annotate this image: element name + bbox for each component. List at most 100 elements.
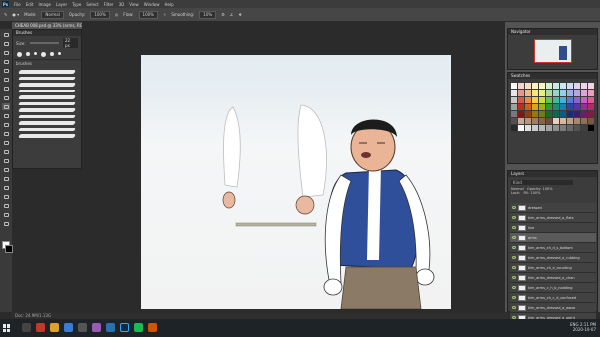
brush-tip[interactable] — [17, 52, 22, 57]
brush-stroke-preview[interactable] — [18, 70, 76, 74]
color-swatch[interactable] — [525, 111, 531, 117]
menu-window[interactable]: Window — [144, 2, 160, 7]
brush-stroke-preview[interactable] — [18, 121, 76, 125]
quick-select-tool-icon[interactable] — [2, 58, 10, 65]
visibility-eye-icon[interactable] — [512, 306, 516, 309]
color-swatch[interactable] — [511, 104, 517, 110]
folder-icon[interactable] — [50, 323, 59, 332]
color-swatch[interactable] — [525, 125, 531, 131]
layer-fill[interactable]: Fill: 100% — [524, 191, 541, 195]
app-icon[interactable] — [148, 323, 157, 332]
color-swatch[interactable] — [588, 90, 594, 96]
smoothing-field[interactable]: 10% — [199, 10, 217, 19]
brush-size-slider[interactable] — [29, 42, 59, 44]
layer-row[interactable]: kim_arms_ch_c_d_confused — [510, 293, 596, 303]
menu-filter[interactable]: Filter — [104, 2, 114, 7]
visibility-eye-icon[interactable] — [512, 256, 516, 259]
move-tool-icon[interactable] — [2, 31, 10, 38]
opacity-field[interactable]: 100% — [90, 10, 110, 19]
color-swatch[interactable] — [560, 97, 566, 103]
app-icon[interactable] — [92, 323, 101, 332]
mode-select[interactable]: Normal — [41, 10, 64, 19]
layer-row[interactable]: arms — [510, 233, 596, 243]
color-swatch[interactable] — [539, 97, 545, 103]
color-swatch[interactable] — [588, 125, 594, 131]
color-swatch[interactable] — [581, 125, 587, 131]
color-swatch[interactable] — [588, 118, 594, 124]
color-swatch[interactable] — [574, 118, 580, 124]
color-swatch[interactable] — [511, 118, 517, 124]
windows-start-icon[interactable] — [3, 324, 11, 332]
app-icon[interactable] — [64, 323, 73, 332]
flow-field[interactable]: 100% — [138, 10, 158, 19]
color-swatch[interactable] — [532, 83, 538, 89]
color-swatch[interactable] — [525, 118, 531, 124]
layer-row[interactable]: kim_arms_dressed_a_chan — [510, 273, 596, 283]
color-swatch[interactable] — [511, 111, 517, 117]
color-swatch[interactable] — [525, 83, 531, 89]
marquee-tool-icon[interactable] — [2, 40, 10, 47]
color-swatch[interactable] — [588, 83, 594, 89]
layer-row[interactable]: kim_arms_ch_e_counting — [510, 263, 596, 273]
angle-icon[interactable]: ∠ — [230, 12, 234, 17]
opera-icon[interactable] — [36, 323, 45, 332]
canvas-workspace[interactable] — [82, 22, 505, 312]
brush-tip[interactable] — [34, 52, 37, 55]
color-swatch[interactable] — [567, 118, 573, 124]
color-swatch[interactable] — [518, 111, 524, 117]
layer-kind-filter[interactable]: Kind — [511, 180, 573, 185]
eyedropper-tool-icon[interactable] — [2, 85, 10, 92]
layer-row[interactable]: kim_arms_dressed_a_flats — [510, 213, 596, 223]
lasso-tool-icon[interactable] — [2, 49, 10, 56]
color-swatch[interactable] — [539, 118, 545, 124]
color-swatch[interactable] — [581, 83, 587, 89]
color-swatch[interactable] — [567, 111, 573, 117]
brush-tip[interactable] — [58, 52, 61, 55]
color-swatch[interactable] — [581, 97, 587, 103]
visibility-eye-icon[interactable] — [512, 246, 516, 249]
symmetry-icon[interactable]: ❖ — [238, 12, 242, 17]
app-icon[interactable] — [134, 323, 143, 332]
color-swatch[interactable] — [567, 104, 573, 110]
menu-file[interactable]: File — [14, 2, 21, 7]
color-swatch[interactable] — [581, 104, 587, 110]
background-color-swatch[interactable] — [5, 245, 13, 253]
color-swatch[interactable] — [539, 104, 545, 110]
brush-stroke-preview[interactable] — [18, 102, 76, 105]
brush-folder[interactable]: brushes — [13, 59, 81, 67]
color-swatch[interactable] — [546, 90, 552, 96]
color-swatch[interactable] — [560, 83, 566, 89]
color-swatch[interactable] — [553, 83, 559, 89]
color-swatch[interactable] — [560, 104, 566, 110]
color-swatch[interactable] — [518, 118, 524, 124]
brush-stroke-preview[interactable] — [18, 83, 76, 87]
visibility-eye-icon[interactable] — [512, 286, 516, 289]
color-swatch[interactable] — [553, 125, 559, 131]
shape-tool-icon[interactable] — [2, 193, 10, 200]
color-swatch[interactable] — [553, 90, 559, 96]
gear-icon[interactable]: ⚙ — [221, 12, 225, 17]
menu-view[interactable]: View — [129, 2, 139, 7]
visibility-eye-icon[interactable] — [512, 266, 516, 269]
visibility-eye-icon[interactable] — [512, 236, 516, 239]
color-swatch[interactable] — [532, 97, 538, 103]
app-icon[interactable] — [78, 323, 87, 332]
brush-stroke-preview[interactable] — [18, 90, 76, 92]
menu-type[interactable]: Type — [72, 2, 81, 7]
path-select-tool-icon[interactable] — [2, 184, 10, 191]
color-swatch[interactable] — [567, 83, 573, 89]
color-swatch[interactable] — [546, 97, 552, 103]
clock-date[interactable]: 2020-10-07 — [573, 327, 596, 332]
crop-tool-icon[interactable] — [2, 67, 10, 74]
color-swatch[interactable] — [511, 125, 517, 131]
visibility-eye-icon[interactable] — [512, 216, 516, 219]
color-swatch[interactable] — [511, 90, 517, 96]
color-swatch[interactable] — [546, 104, 552, 110]
color-swatch[interactable] — [546, 83, 552, 89]
color-swatch[interactable] — [574, 90, 580, 96]
color-swatch[interactable] — [511, 97, 517, 103]
pressure-opacity-icon[interactable]: ◎ — [115, 12, 119, 17]
type-tool-icon[interactable] — [2, 175, 10, 182]
color-swatch[interactable] — [560, 118, 566, 124]
brush-stroke-preview[interactable] — [18, 115, 76, 118]
